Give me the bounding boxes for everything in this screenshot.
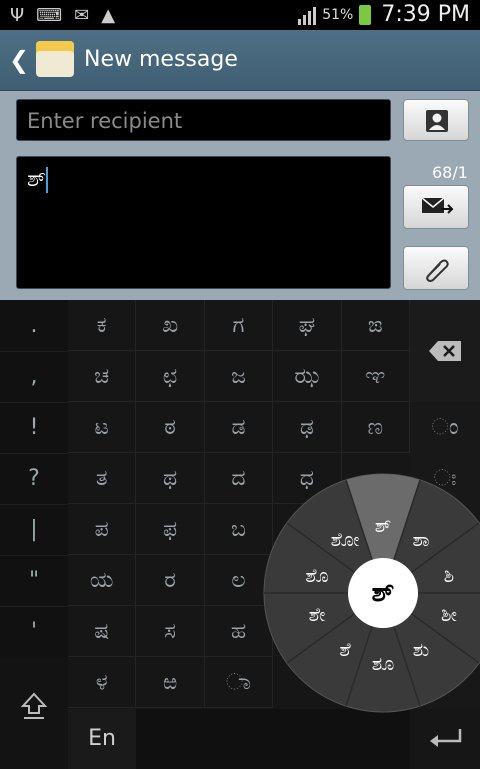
paperclip-icon	[426, 259, 449, 282]
mail-notification-icon: ✉	[74, 5, 90, 26]
key-comma[interactable]: ,	[0, 351, 68, 403]
notification-icons: Ψ ⌨ ✉ ▲	[10, 5, 115, 26]
key-question[interactable]: ?	[0, 453, 68, 505]
key-ya[interactable]: ಯ	[68, 555, 137, 606]
backspace-key[interactable]	[410, 300, 480, 402]
character-counter: 68/1	[432, 163, 468, 182]
page-title: New message	[84, 47, 238, 72]
key-tha[interactable]: ಥ	[136, 453, 205, 504]
key-ssa[interactable]: ಷ	[68, 606, 137, 657]
enter-key[interactable]	[410, 709, 480, 769]
compose-area: Enter recipient ಶ್ 68/1	[0, 91, 480, 300]
signal-icon	[298, 5, 317, 25]
key-nya[interactable]: ಞ	[341, 351, 410, 402]
wheel-option-shii[interactable]: ಶೀ	[419, 600, 479, 630]
key-ra[interactable]: ರ	[136, 555, 205, 606]
messaging-app-icon[interactable]	[36, 41, 74, 77]
wheel-option-shoo[interactable]: ಶೋ	[315, 525, 375, 555]
key-period[interactable]: .	[0, 300, 68, 352]
key-ttha[interactable]: ಠ	[136, 402, 205, 453]
back-icon[interactable]: ❮	[9, 46, 29, 74]
key-ja[interactable]: ಜ	[204, 351, 274, 402]
key-nga[interactable]: ಙ	[341, 300, 410, 351]
battery-icon	[359, 4, 372, 25]
punctuation-column: . , ! ? | " '	[0, 300, 68, 709]
wheel-option-shee[interactable]: ಶೇ	[287, 600, 347, 630]
wheel-option-shi[interactable]: ಶಿ	[419, 561, 479, 591]
store-icon: ▲	[101, 5, 116, 26]
title-bar: ❮ New message	[0, 30, 480, 91]
enter-icon	[430, 729, 462, 747]
key-gha[interactable]: ಘ	[273, 300, 342, 351]
key-ta[interactable]: ತ	[68, 453, 137, 504]
key-ca[interactable]: ಚ	[68, 351, 137, 402]
usb-icon: Ψ	[10, 5, 25, 26]
key-single-quote[interactable]: '	[0, 606, 68, 658]
message-input[interactable]: ಶ್	[16, 156, 391, 289]
recipient-input[interactable]: Enter recipient	[16, 99, 391, 141]
key-exclamation[interactable]: !	[0, 402, 68, 454]
key-dda[interactable]: ಡ	[204, 402, 274, 453]
key-lla[interactable]: ಳ	[68, 657, 137, 708]
key-ga[interactable]: ಗ	[204, 300, 274, 351]
message-text: ಶ್	[27, 167, 47, 192]
character-wheel: ಶ್ ಶಾ ಶಿ ಶೀ ಶು ಶೂ ಶೆ ಶೇ ಶೊ ಶೋ ಶ್	[263, 473, 480, 713]
key-sa[interactable]: ಸ	[136, 606, 205, 657]
status-bar: Ψ ⌨ ✉ ▲ 51% 7:39 PM	[0, 0, 480, 30]
contact-icon	[426, 110, 448, 132]
shift-key[interactable]	[0, 657, 68, 769]
clock: 7:39 PM	[381, 2, 470, 27]
key-ka[interactable]: ಕ	[68, 300, 137, 351]
key-jha[interactable]: ಝ	[273, 351, 342, 402]
wheel-center-key[interactable]: ಶ್	[348, 558, 418, 628]
key-nna[interactable]: ಣ	[341, 402, 410, 453]
shift-icon	[20, 692, 48, 719]
contacts-button[interactable]	[403, 99, 469, 141]
key-pipe[interactable]: |	[0, 504, 68, 556]
attach-button[interactable]	[403, 246, 469, 290]
key-double-quote[interactable]: "	[0, 555, 68, 607]
key-cha[interactable]: ಛ	[136, 351, 205, 402]
key-pa[interactable]: ಪ	[68, 504, 137, 555]
key-rra[interactable]: ಱ	[136, 657, 205, 708]
wheel-option-she[interactable]: ಶೆ	[315, 635, 375, 665]
keyboard-bottom-row: En	[68, 709, 480, 769]
key-anusvara[interactable]: ಂ	[410, 402, 480, 453]
key-ddha[interactable]: ಢ	[273, 402, 342, 453]
send-icon	[421, 197, 453, 214]
key-kha[interactable]: ಖ	[136, 300, 205, 351]
wheel-option-sho[interactable]: ಶೊ	[287, 561, 347, 591]
wheel-option-shaa[interactable]: ಶಾ	[391, 525, 451, 555]
language-key[interactable]: En	[68, 709, 136, 769]
backspace-icon	[429, 341, 461, 361]
key-pha[interactable]: ಫ	[136, 504, 205, 555]
space-key[interactable]	[136, 709, 410, 769]
key-tta[interactable]: ಟ	[68, 402, 137, 453]
keyboard-icon: ⌨	[36, 5, 63, 26]
send-button[interactable]	[403, 185, 469, 229]
text-cursor	[46, 167, 49, 193]
battery-percent: 51%	[322, 6, 354, 23]
